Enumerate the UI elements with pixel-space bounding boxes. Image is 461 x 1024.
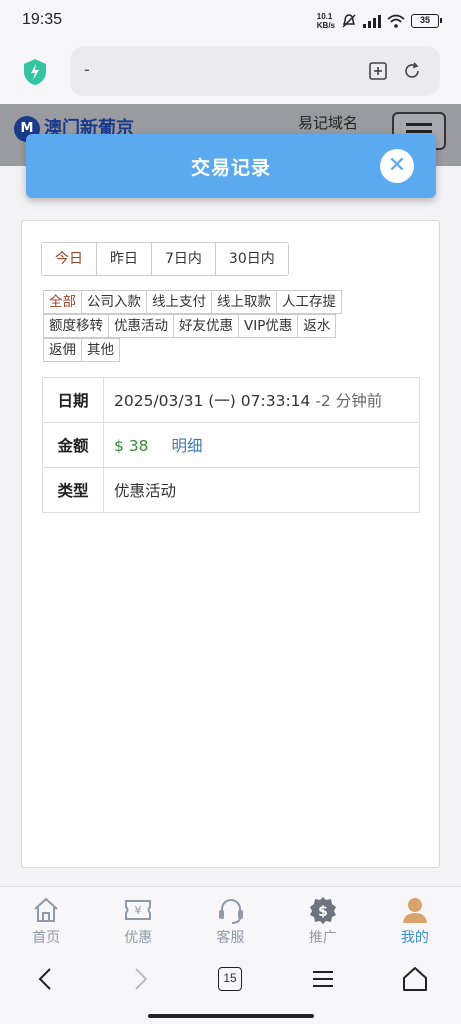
- type-filter: 全部 公司入款 线上支付 线上取款 人工存提 额度移转 优惠活动 好友优惠 VI…: [43, 290, 413, 362]
- type-all-button[interactable]: 全部: [43, 290, 82, 314]
- dollar-icon: $: [309, 897, 336, 924]
- type-transfer-button[interactable]: 额度移转: [43, 314, 109, 338]
- url-text: -: [84, 60, 90, 79]
- table-row: 日期 2025/03/31 (一) 07:33:14 -2 分钟前: [42, 377, 420, 423]
- table-row: 类型 优惠活动: [42, 467, 420, 513]
- status-icons: 10.1 KB/s 35: [316, 12, 442, 30]
- detail-link[interactable]: 明细: [171, 437, 202, 455]
- modal-title: 交易记录: [190, 157, 271, 179]
- menu-icon[interactable]: [308, 964, 338, 994]
- nav-home[interactable]: 首页: [0, 887, 92, 952]
- type-commission-button[interactable]: 返佣: [43, 338, 82, 362]
- nav-support[interactable]: 客服: [184, 887, 276, 952]
- type-label: 类型: [42, 467, 104, 513]
- period-30days-button[interactable]: 30日内: [215, 243, 288, 275]
- forward-icon[interactable]: [124, 964, 154, 994]
- table-row: 金额 $ 38 明细: [42, 422, 420, 468]
- status-time: 19:35: [22, 11, 63, 28]
- nav-promotions[interactable]: ¥ 优惠: [92, 887, 184, 952]
- svg-text:¥: ¥: [135, 904, 142, 917]
- close-icon[interactable]: ✕: [380, 149, 414, 183]
- easy-domain-link[interactable]: 易记域名: [298, 112, 358, 133]
- period-filter: 今日 昨日 7日内 30日内: [41, 242, 289, 276]
- system-nav-bar: 15: [0, 952, 461, 1024]
- shield-icon[interactable]: [22, 58, 48, 86]
- period-yesterday-button[interactable]: 昨日: [97, 243, 152, 275]
- status-bar: 19:35 10.1 KB/s 35: [0, 0, 461, 44]
- nav-referral[interactable]: $ 推广: [277, 887, 369, 952]
- refresh-icon[interactable]: [402, 61, 422, 81]
- bookmark-add-icon[interactable]: [368, 61, 388, 81]
- tab-count-button[interactable]: 15: [218, 967, 242, 991]
- type-online-withdraw-button[interactable]: 线上取款: [211, 290, 277, 314]
- amount-cell: $ 38 明细: [103, 422, 420, 468]
- home-indicator: [148, 1014, 314, 1018]
- back-icon[interactable]: [32, 964, 62, 994]
- record-table: 日期 2025/03/31 (一) 07:33:14 -2 分钟前 金额 $ 3…: [42, 377, 420, 513]
- date-relative: -2 分钟前: [315, 392, 383, 410]
- address-bar[interactable]: -: [70, 46, 440, 96]
- user-icon: [402, 898, 427, 923]
- type-other-button[interactable]: 其他: [81, 338, 120, 362]
- amount-value: $ 38: [114, 437, 149, 455]
- network-speed: 10.1 KB/s: [316, 12, 335, 30]
- type-manual-button[interactable]: 人工存提: [276, 290, 342, 314]
- modal-header: 交易记录 ✕: [26, 134, 436, 198]
- coupon-icon: ¥: [125, 900, 152, 920]
- bottom-nav: 首页 ¥ 优惠 客服 $ 推广 我的: [0, 886, 461, 952]
- battery-indicator: 35: [411, 14, 442, 28]
- period-today-button[interactable]: 今日: [42, 243, 97, 275]
- amount-label: 金额: [42, 422, 104, 468]
- svg-text:$: $: [318, 904, 328, 920]
- type-vip-bonus-button[interactable]: VIP优惠: [238, 314, 299, 338]
- type-promotion-button[interactable]: 优惠活动: [108, 314, 174, 338]
- home-icon: [34, 897, 58, 922]
- date-label: 日期: [42, 377, 104, 423]
- type-value: 优惠活动: [103, 467, 420, 513]
- date-value: 2025/03/31 (一) 07:33:14: [114, 392, 311, 410]
- headset-icon: [218, 899, 243, 924]
- browser-toolbar: -: [0, 44, 461, 104]
- type-company-deposit-button[interactable]: 公司入款: [81, 290, 147, 314]
- wifi-icon: [387, 14, 405, 28]
- mute-icon: [342, 14, 356, 28]
- type-friend-bonus-button[interactable]: 好友优惠: [173, 314, 239, 338]
- type-rebate-button[interactable]: 返水: [297, 314, 337, 338]
- date-cell: 2025/03/31 (一) 07:33:14 -2 分钟前: [103, 377, 420, 423]
- period-7days-button[interactable]: 7日内: [152, 243, 216, 275]
- nav-mine[interactable]: 我的: [369, 887, 461, 952]
- type-online-payment-button[interactable]: 线上支付: [146, 290, 212, 314]
- signal-icon: [363, 14, 381, 28]
- transaction-panel: 今日 昨日 7日内 30日内 全部 公司入款 线上支付 线上取款 人工存提 额度…: [21, 220, 440, 868]
- home-page-icon[interactable]: [400, 964, 430, 994]
